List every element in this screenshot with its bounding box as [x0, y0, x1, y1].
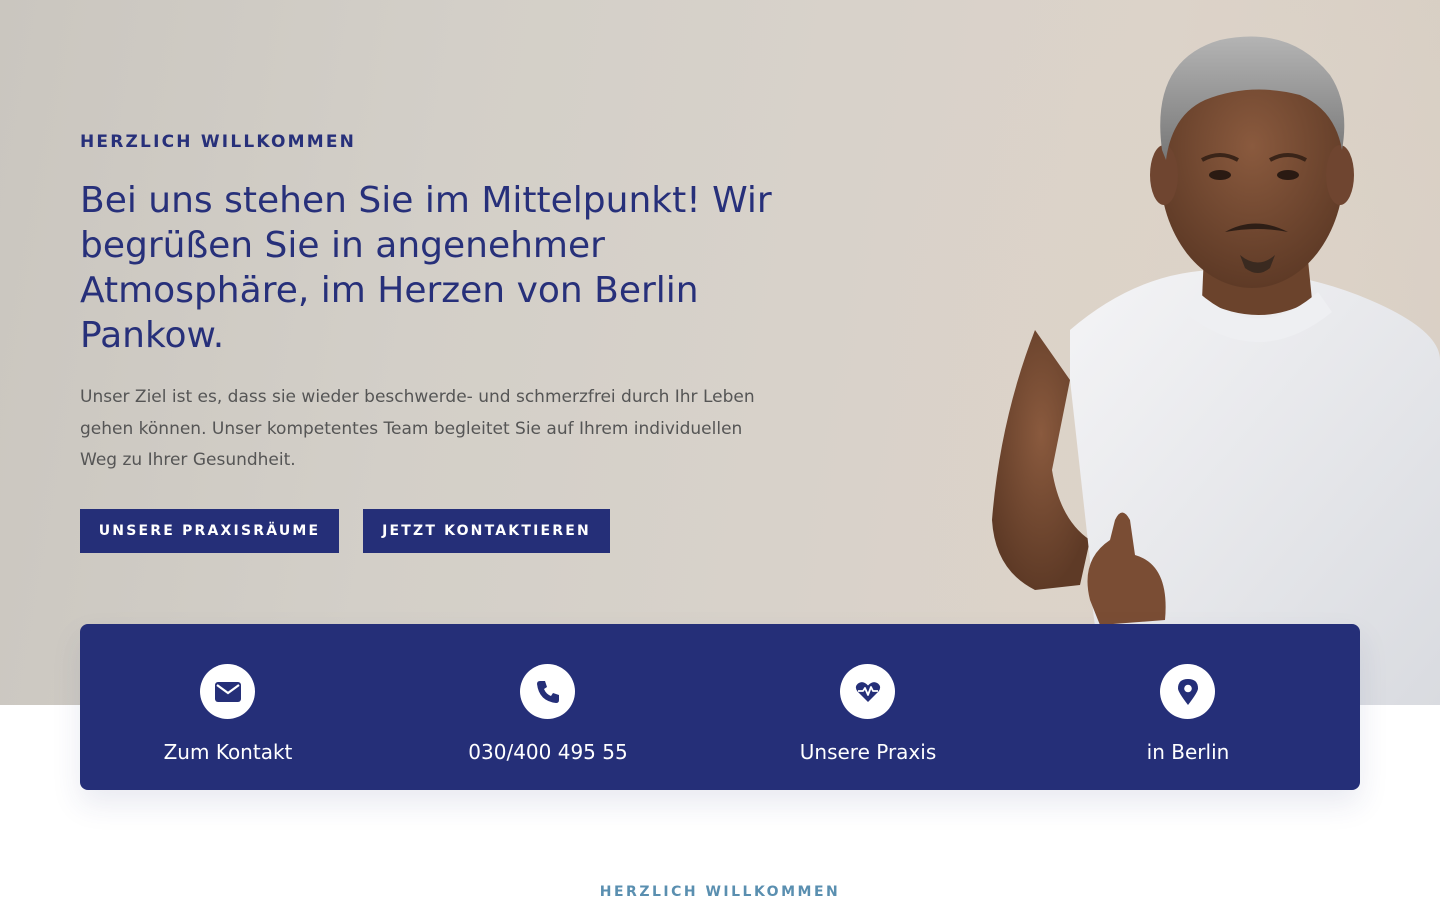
map-pin-icon: [1160, 664, 1215, 719]
section-kicker: HERZLICH WILLKOMMEN: [599, 884, 841, 900]
contact-now-button[interactable]: JETZT KONTAKTIEREN: [363, 509, 610, 553]
praxisraeume-button[interactable]: UNSERE PRAXISRÄUME: [80, 509, 339, 553]
hero-section: HERZLICH WILLKOMMEN Bei uns stehen Sie i…: [0, 0, 1440, 705]
envelope-icon: [200, 664, 255, 719]
info-label-contact: Zum Kontakt: [163, 740, 293, 764]
phone-icon: [520, 664, 575, 719]
info-label-location: in Berlin: [1146, 740, 1230, 764]
info-item-contact[interactable]: Zum Kontakt: [80, 624, 400, 790]
info-item-practice[interactable]: Unsere Praxis: [720, 624, 1040, 790]
heartbeat-icon: [840, 664, 895, 719]
info-label-practice: Unsere Praxis: [799, 740, 937, 764]
info-item-phone[interactable]: 030/400 495 55: [400, 624, 720, 790]
hero-photo: [992, 36, 1440, 705]
page: HERZLICH WILLKOMMEN Bei uns stehen Sie i…: [0, 0, 1440, 900]
info-item-location[interactable]: in Berlin: [1040, 624, 1360, 790]
info-label-phone: 030/400 495 55: [468, 740, 628, 764]
hero-kicker: HERZLICH WILLKOMMEN: [80, 132, 357, 152]
hero-intro-text: Unser Ziel ist es, dass sie wieder besch…: [80, 387, 755, 470]
hero-headline: Bei uns stehen Sie im Mittelpunkt! Wir b…: [80, 180, 772, 356]
info-bar: Zum Kontakt 030/400 495 55 Unsere Praxis: [80, 624, 1360, 790]
